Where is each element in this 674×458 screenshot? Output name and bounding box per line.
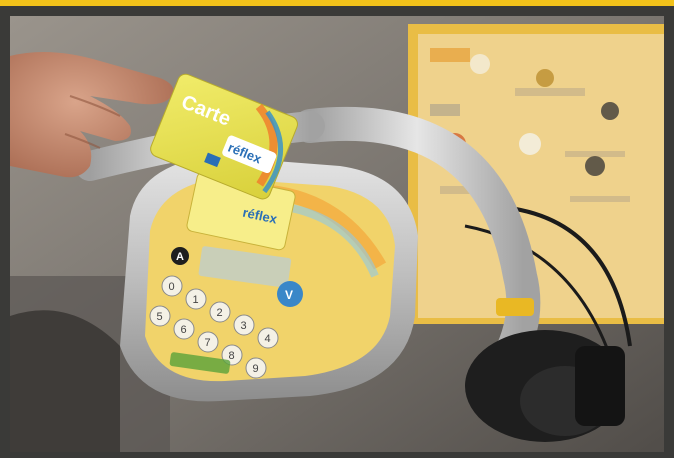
keypad-key-label: 3 xyxy=(241,320,247,332)
keypad-key-label: 4 xyxy=(265,333,271,345)
sign-icon xyxy=(430,104,460,116)
handlebar-band xyxy=(496,298,534,316)
keypad-key-label: 2 xyxy=(217,307,223,319)
a-button-label: A xyxy=(176,251,184,263)
confirm-check-icon: V xyxy=(285,288,293,302)
sign-icon xyxy=(430,48,470,62)
keypad-key-label: 1 xyxy=(193,294,199,306)
sign-icon xyxy=(585,156,605,176)
keypad-key-label: 5 xyxy=(157,311,163,323)
sign-icon xyxy=(601,102,619,120)
photo-frame: réflex A V 0123456789 Carte réflex xyxy=(0,0,674,458)
sign-icon xyxy=(519,133,541,155)
brake-lever xyxy=(575,346,625,426)
sign-icon xyxy=(570,196,630,202)
keypad-key-label: 7 xyxy=(205,337,211,349)
bike-share-terminal-photo: réflex A V 0123456789 Carte réflex xyxy=(10,16,664,452)
keypad-key-label: 0 xyxy=(169,281,175,293)
handlebar-grip xyxy=(465,330,625,442)
sign-icon xyxy=(536,69,554,87)
keypad-key-label: 6 xyxy=(181,324,187,336)
keypad-key-label: 9 xyxy=(253,363,259,375)
photo-scene: réflex A V 0123456789 Carte réflex xyxy=(10,16,664,452)
sign-icon xyxy=(470,54,490,74)
keypad-key-label: 8 xyxy=(229,350,235,362)
sign-icon xyxy=(515,88,585,96)
